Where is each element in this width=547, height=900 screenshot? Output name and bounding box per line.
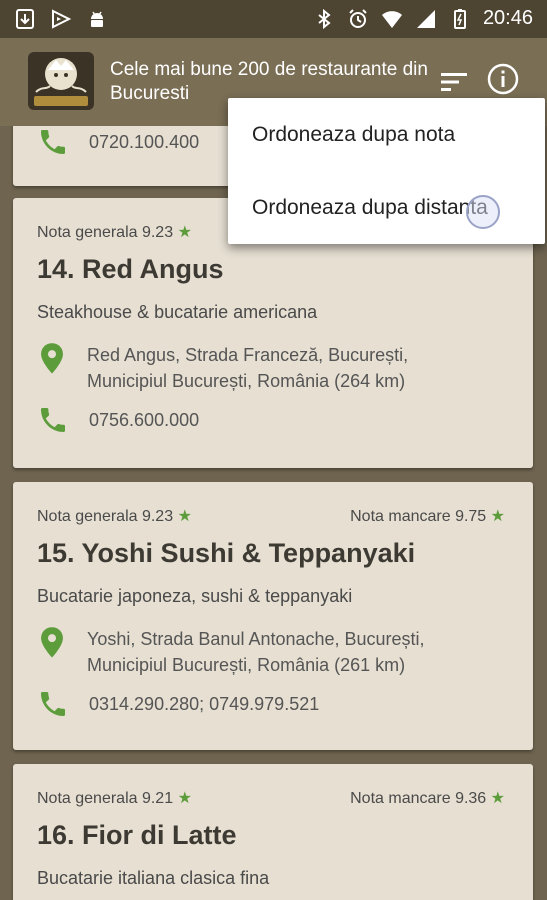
- restaurant-logo-icon: [28, 52, 94, 110]
- phone-row[interactable]: 0314.290.280; 0749.979.521: [37, 688, 319, 720]
- overall-rating: Nota generala 9.23: [37, 224, 174, 241]
- address-line: Municipiul București, România (264 km): [87, 371, 406, 391]
- status-bar: 20:46: [0, 0, 547, 38]
- phone-number[interactable]: 0756.600.000: [89, 410, 199, 431]
- touch-ripple: [466, 195, 500, 229]
- star-icon: ★: [177, 224, 192, 241]
- alarm-icon: [349, 8, 367, 28]
- cuisine-text: Bucatarie japoneza, sushi & teppanyaki: [37, 586, 353, 606]
- location-pin-icon: [41, 627, 63, 658]
- info-icon[interactable]: [486, 62, 520, 96]
- phone-row[interactable]: 0720.100.400: [37, 126, 199, 158]
- menu-item-label: Ordoneaza dupa distanta: [252, 196, 488, 219]
- food-rating: Nota mancare 9.75: [350, 508, 487, 525]
- play-store-icon: [52, 9, 72, 29]
- menu-item-sort-by-rating[interactable]: Ordoneaza dupa nota: [228, 98, 545, 171]
- restaurant-title: 16. Fior di Latte: [37, 820, 237, 850]
- rating-row: Nota generala 9.23 ★ Nota mancare 9.75 ★: [37, 506, 505, 526]
- phone-icon: [41, 692, 65, 716]
- restaurant-card[interactable]: Nota generala 9.21 ★ Nota mancare 9.36 ★…: [13, 764, 533, 900]
- star-icon: ★: [490, 508, 505, 525]
- sort-menu: Ordoneaza dupa nota Ordoneaza dupa dista…: [228, 98, 545, 244]
- location-pin-icon: [41, 343, 63, 374]
- star-icon: ★: [177, 790, 192, 807]
- android-icon: [91, 11, 103, 27]
- star-icon: ★: [490, 790, 505, 807]
- phone-icon: [41, 130, 65, 154]
- address-line: Yoshi, Strada Banul Antonache, București…: [87, 629, 425, 649]
- overall-rating: Nota generala 9.21: [37, 790, 174, 807]
- address-line: Municipiul București, România (261 km): [87, 655, 406, 675]
- address-line: Red Angus, Strada Franceză, București,: [87, 345, 409, 365]
- restaurant-card[interactable]: Nota generala 9.23 ★ Nota mancare 9.75 ★…: [13, 482, 533, 750]
- food-rating: Nota mancare 9.36: [350, 790, 487, 807]
- address-row[interactable]: Red Angus, Strada Franceză, București, M…: [37, 342, 408, 394]
- address-row[interactable]: Yoshi, Strada Banul Antonache, București…: [37, 626, 425, 678]
- download-icon: [16, 9, 34, 29]
- restaurant-title: 14. Red Angus: [37, 254, 224, 284]
- restaurant-title: 15. Yoshi Sushi & Teppanyaki: [37, 538, 416, 568]
- cuisine-text: Bucatarie italiana clasica fina: [37, 868, 270, 888]
- star-icon: ★: [177, 508, 192, 525]
- phone-icon: [41, 408, 65, 432]
- sort-icon[interactable]: [438, 66, 470, 98]
- menu-item-sort-by-distance[interactable]: Ordoneaza dupa distanta: [228, 171, 545, 244]
- rating-row: Nota generala 9.21 ★ Nota mancare 9.36 ★: [37, 788, 505, 808]
- cuisine-text: Steakhouse & bucatarie americana: [37, 302, 318, 322]
- signal-icon: [416, 9, 435, 28]
- phone-number[interactable]: 0720.100.400: [89, 132, 199, 153]
- bluetooth-icon: [318, 8, 331, 29]
- phone-number[interactable]: 0314.290.280; 0749.979.521: [89, 694, 319, 715]
- overall-rating: Nota generala 9.23: [37, 508, 174, 525]
- battery-icon: [453, 8, 466, 29]
- status-time: 20:46: [482, 7, 533, 29]
- wifi-icon: [381, 10, 402, 28]
- phone-row[interactable]: 0756.600.000: [37, 404, 199, 436]
